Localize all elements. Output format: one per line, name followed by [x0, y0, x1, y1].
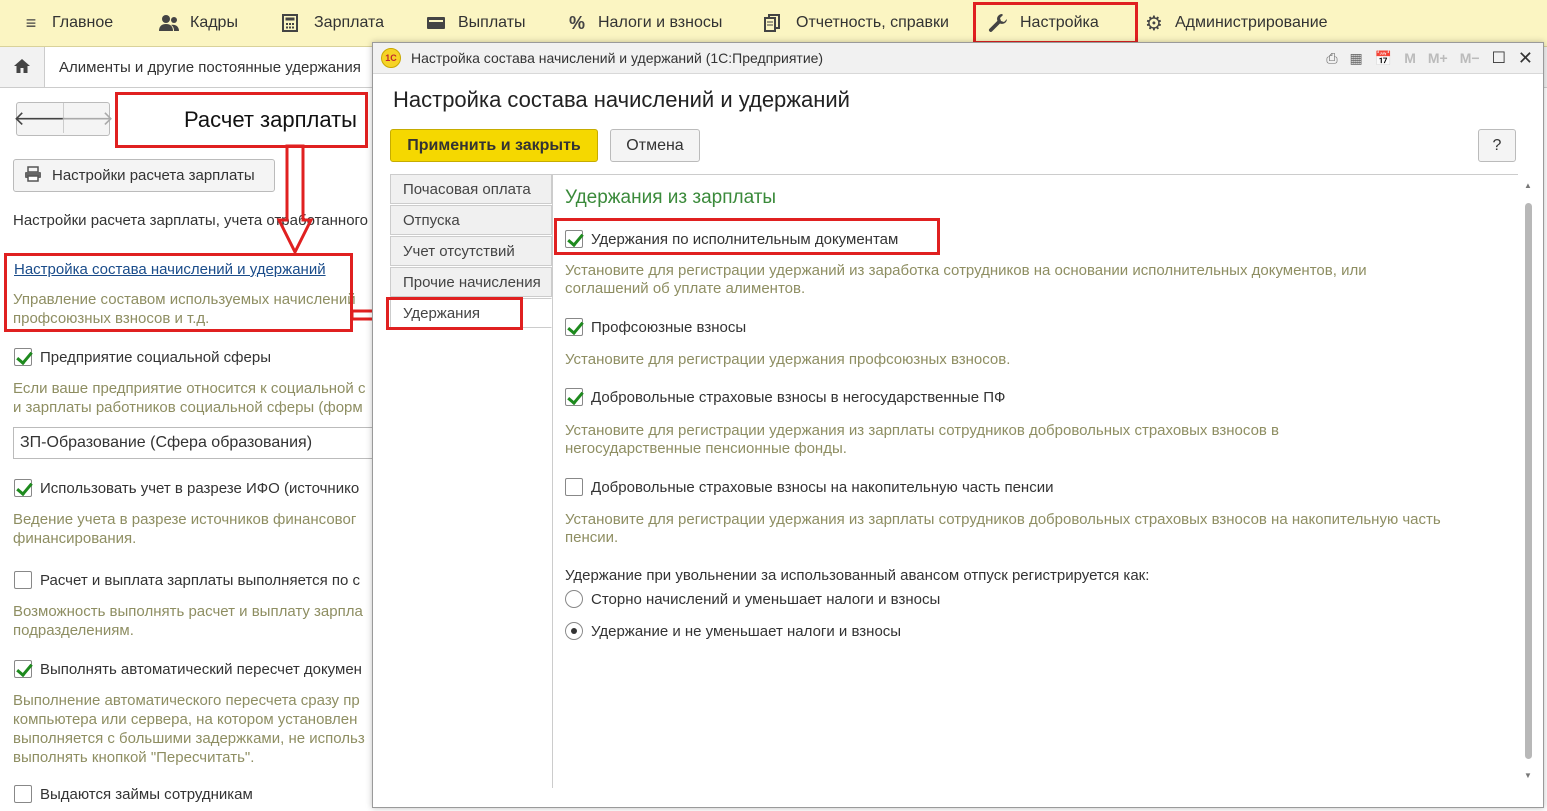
annotation-highlight-link: [4, 253, 353, 332]
auto-recalc-desc-4: выполнять кнопкой "Пересчитать".: [13, 749, 255, 766]
deductions-panel: Удержания из зарплаты Удержания по испол…: [552, 174, 1518, 789]
separate-payroll-desc-1: Возможность выполнять расчет и выплату з…: [13, 603, 363, 620]
scroll-down-icon[interactable]: ▼: [1523, 771, 1533, 780]
wallet-icon: [426, 16, 448, 30]
radio-storno[interactable]: [565, 590, 583, 608]
scroll-up-icon[interactable]: ▲: [1523, 181, 1533, 190]
employee-loans-label: Выдаются займы сотрудникам: [40, 786, 253, 803]
voluntary-npf-checkbox[interactable]: [565, 388, 583, 406]
annotation-highlight-writ-option: [554, 218, 940, 255]
social-sphere-checkbox[interactable]: [14, 348, 32, 366]
calendar-icon[interactable]: 📅: [1375, 50, 1392, 67]
gear-icon: ⚙: [1145, 12, 1163, 35]
help-button[interactable]: ?: [1478, 129, 1516, 162]
radio-deduction-label: Удержание и не уменьшает налоги и взносы: [591, 623, 902, 640]
social-sphere-desc-2: и зарплаты работников социальной сферы (…: [13, 399, 363, 416]
salary-settings-button[interactable]: Настройки расчета зарплаты: [13, 159, 275, 192]
menu-item-admin[interactable]: ⚙ Администрирование: [1143, 0, 1328, 46]
print-icon[interactable]: ⎙: [1326, 50, 1337, 67]
back-button[interactable]: 🡐: [13, 103, 67, 133]
tab-vacations[interactable]: Отпуска: [390, 205, 552, 235]
menu-item-payments[interactable]: Выплаты: [426, 0, 526, 46]
ifo-desc-2: финансирования.: [13, 530, 137, 547]
menu-item-main[interactable]: ≡ Главное: [20, 0, 113, 46]
dialog-titlebar: 1С Настройка состава начислений и удержа…: [373, 43, 1543, 74]
auto-recalc-checkbox[interactable]: [14, 660, 32, 678]
cancel-button[interactable]: Отмена: [610, 129, 700, 162]
apply-and-close-button[interactable]: Применить и закрыть: [390, 129, 598, 162]
tab-absences[interactable]: Учет отсутствий: [390, 236, 552, 266]
tab-hourly-pay[interactable]: Почасовая оплата: [390, 174, 552, 204]
arrow-left-icon: 🡐: [13, 107, 67, 130]
scrollbar-thumb[interactable]: [1525, 203, 1532, 759]
separate-payroll-label: Расчет и выплата зарплаты выполняется по…: [40, 572, 361, 589]
maximize-icon[interactable]: ☐: [1492, 48, 1506, 68]
menu-item-reports[interactable]: Отчетность, справки: [764, 0, 949, 46]
panel-title: Удержания из зарплаты: [565, 187, 777, 208]
voluntary-pension-label: Добровольные страховые взносы на накопит…: [591, 479, 1054, 496]
annotation-highlight-settings-menu: [973, 2, 1138, 44]
radio-deduction[interactable]: [565, 622, 583, 640]
panel-scrollbar[interactable]: ▲ ▼: [1523, 181, 1533, 785]
tab-current-document[interactable]: Алименты и другие постоянные удержания: [45, 47, 385, 87]
annotation-arrow-down: [276, 144, 314, 256]
auto-recalc-desc-3: выполняется с большими задержками, не ис…: [13, 730, 365, 747]
dialog-window-title: Настройка состава начислений и удержаний…: [411, 50, 824, 66]
voluntary-npf-label: Добровольные страховые взносы в негосуда…: [591, 389, 1006, 406]
voluntary-npf-desc: Установите для регистрации удержания из …: [565, 422, 1280, 457]
dialog-tab-list: Почасовая оплата Отпуска Учет отсутствий…: [390, 174, 553, 788]
memory-minus-icon[interactable]: M−: [1460, 50, 1480, 66]
home-button[interactable]: [0, 47, 45, 87]
forward-button[interactable]: 🡒: [60, 103, 114, 133]
memory-m-icon[interactable]: M: [1404, 50, 1416, 66]
calculator-icon: [282, 14, 304, 32]
history-nav: 🡐 🡒: [13, 102, 114, 136]
voluntary-pension-desc: Установите для регистрации удержания из …: [565, 511, 1441, 546]
1c-logo-icon: 1С: [381, 48, 401, 68]
dismissal-radio-caption: Удержание при увольнении за использованн…: [565, 567, 1150, 584]
printer-icon: [24, 165, 42, 186]
menu-item-salary[interactable]: Зарплата: [282, 0, 384, 46]
memory-plus-icon[interactable]: M+: [1428, 50, 1448, 66]
percent-icon: %: [568, 12, 585, 33]
ifo-label: Использовать учет в разрезе ИФО (источни…: [40, 480, 360, 497]
tab-other-accruals[interactable]: Прочие начисления: [390, 267, 552, 297]
employee-loans-checkbox[interactable]: [14, 785, 32, 803]
dialog-heading: Настройка состава начислений и удержаний: [393, 87, 850, 112]
annotation-callout: Расчет зарплаты: [115, 92, 368, 148]
voluntary-pension-checkbox[interactable]: [565, 478, 583, 496]
radio-storno-label: Сторно начислений и уменьшает налоги и в…: [591, 591, 941, 608]
union-fees-desc: Установите для регистрации удержания про…: [565, 351, 1011, 368]
auto-recalc-desc-1: Выполнение автоматического пересчета сра…: [13, 692, 360, 709]
writ-deductions-desc: Установите для регистрации удержаний из …: [565, 262, 1367, 297]
titlebar-tools: ⎙ ▦ 📅 M M+ M− ☐ ✕: [1326, 43, 1533, 73]
annotation-highlight-deductions-tab: [386, 297, 523, 330]
union-fees-checkbox[interactable]: [565, 318, 583, 336]
menu-item-taxes[interactable]: % Налоги и взносы: [566, 0, 722, 46]
table-icon[interactable]: ▦: [1350, 50, 1363, 67]
ifo-desc-1: Ведение учета в разрезе источников финан…: [13, 511, 357, 528]
social-sphere-desc-1: Если ваше предприятие относится к социал…: [13, 380, 366, 397]
arrow-right-icon: 🡒: [60, 107, 114, 130]
hamburger-icon: ≡: [25, 12, 37, 33]
accruals-deductions-dialog: 1С Настройка состава начислений и удержа…: [372, 42, 1544, 808]
main-menu-bar: ≡ Главное Кадры Зарплата Выплаты % Налог…: [0, 0, 1547, 47]
auto-recalc-label: Выполнять автоматический пересчет докуме…: [40, 661, 362, 678]
home-icon: [13, 58, 31, 77]
menu-item-hr[interactable]: Кадры: [158, 0, 238, 46]
social-sphere-label: Предприятие социальной сферы: [40, 349, 271, 366]
close-icon[interactable]: ✕: [1518, 48, 1533, 69]
separate-payroll-checkbox[interactable]: [14, 571, 32, 589]
ifo-checkbox[interactable]: [14, 479, 32, 497]
industry-select[interactable]: ЗП-Образование (Сфера образования): [13, 427, 393, 459]
auto-recalc-desc-2: компьютера или сервера, на котором устан…: [13, 711, 358, 728]
people-icon: [158, 14, 180, 32]
separate-payroll-desc-2: подразделениям.: [13, 622, 134, 639]
union-fees-label: Профсоюзные взносы: [591, 319, 747, 336]
documents-icon: [764, 14, 786, 32]
